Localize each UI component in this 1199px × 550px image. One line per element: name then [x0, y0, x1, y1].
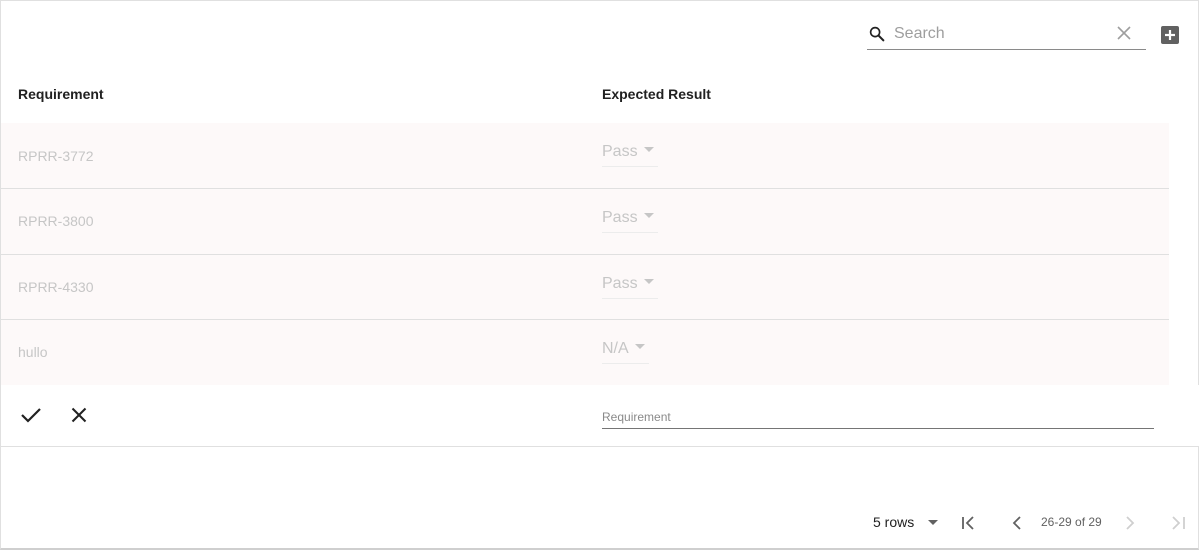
requirement-cell: hullo [18, 344, 48, 360]
chevron-right-icon[interactable] [1122, 515, 1138, 531]
editable-table-panel: Requirement Expected Result RPRR-3772 Pa… [0, 0, 1199, 550]
add-row-icon[interactable] [1160, 25, 1180, 45]
first-page-icon[interactable] [961, 515, 977, 531]
expected-result-select[interactable]: Pass [602, 275, 658, 299]
expected-result-select[interactable]: Pass [602, 143, 658, 167]
clear-search-icon[interactable] [1117, 26, 1131, 40]
requirement-edit-field[interactable] [602, 407, 1154, 429]
pagination: 5 rows 26-29 of 29 [1, 509, 1199, 537]
last-page-icon[interactable] [1170, 515, 1186, 531]
chevron-left-icon[interactable] [1009, 515, 1025, 531]
table-row: hullo N/A [1, 320, 1169, 386]
table-row: RPRR-3800 Pass [1, 189, 1169, 255]
expected-result-value: Pass [602, 209, 638, 226]
requirement-input[interactable] [602, 407, 1154, 427]
expected-result-value: Pass [602, 143, 638, 160]
chevron-down-icon [643, 147, 654, 153]
expected-result-value: Pass [602, 275, 638, 292]
search-icon [869, 26, 885, 42]
table-header: Requirement Expected Result [1, 71, 1169, 117]
page-range: 26-29 of 29 [1041, 515, 1102, 529]
table-toolbar [867, 19, 1187, 51]
search-field[interactable] [867, 19, 1146, 50]
chevron-down-icon [643, 279, 654, 285]
rows-per-page-value: 5 rows [873, 514, 915, 530]
chevron-down-icon [634, 344, 645, 350]
table-row: RPRR-4330 Pass [1, 255, 1169, 320]
rows-per-page-select[interactable]: 5 rows [873, 514, 939, 530]
search-input[interactable] [894, 22, 1109, 46]
table-row: RPRR-3772 Pass [1, 123, 1169, 189]
column-header-requirement[interactable]: Requirement [18, 86, 104, 102]
column-header-expected-result[interactable]: Expected Result [602, 86, 711, 102]
new-row-editor [1, 385, 1199, 447]
expected-result-select[interactable]: Pass [602, 209, 658, 233]
requirement-cell: RPRR-4330 [18, 279, 94, 295]
expected-result-value: N/A [602, 340, 629, 357]
check-icon[interactable] [20, 406, 42, 424]
close-icon[interactable] [71, 407, 87, 423]
chevron-down-icon [643, 213, 654, 219]
requirement-cell: RPRR-3772 [18, 148, 94, 164]
expected-result-select[interactable]: N/A [602, 340, 649, 364]
chevron-down-icon [928, 519, 939, 525]
requirement-cell: RPRR-3800 [18, 213, 94, 229]
